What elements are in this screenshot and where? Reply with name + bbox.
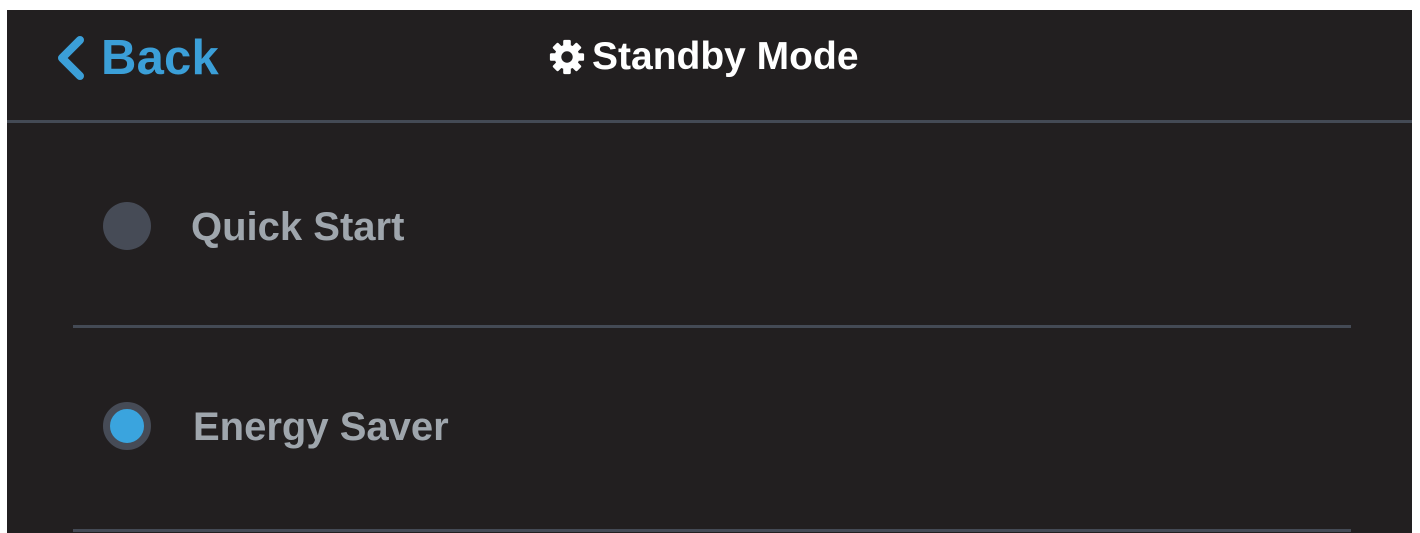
- quick-start-radio[interactable]: [103, 202, 151, 250]
- energy-saver-radio[interactable]: [103, 402, 151, 450]
- gear-icon: [549, 39, 585, 75]
- page-title-group: Standby Mode: [548, 32, 859, 82]
- option-quick-start[interactable]: Quick Start: [73, 170, 1351, 290]
- chevron-left-icon: [58, 36, 84, 80]
- divider: [73, 529, 1351, 532]
- divider: [73, 325, 1351, 328]
- option-energy-saver[interactable]: Energy Saver: [73, 370, 1351, 490]
- standby-mode-screen: Back Standby Mode Quick Start Energy Sav…: [7, 10, 1412, 533]
- page-title: Standby Mode: [592, 35, 859, 78]
- header-bar: Back Standby Mode: [7, 10, 1412, 123]
- option-label: Quick Start: [191, 205, 405, 249]
- back-button[interactable]: Back: [53, 28, 219, 88]
- option-label: Energy Saver: [193, 405, 449, 449]
- back-label: Back: [101, 31, 219, 85]
